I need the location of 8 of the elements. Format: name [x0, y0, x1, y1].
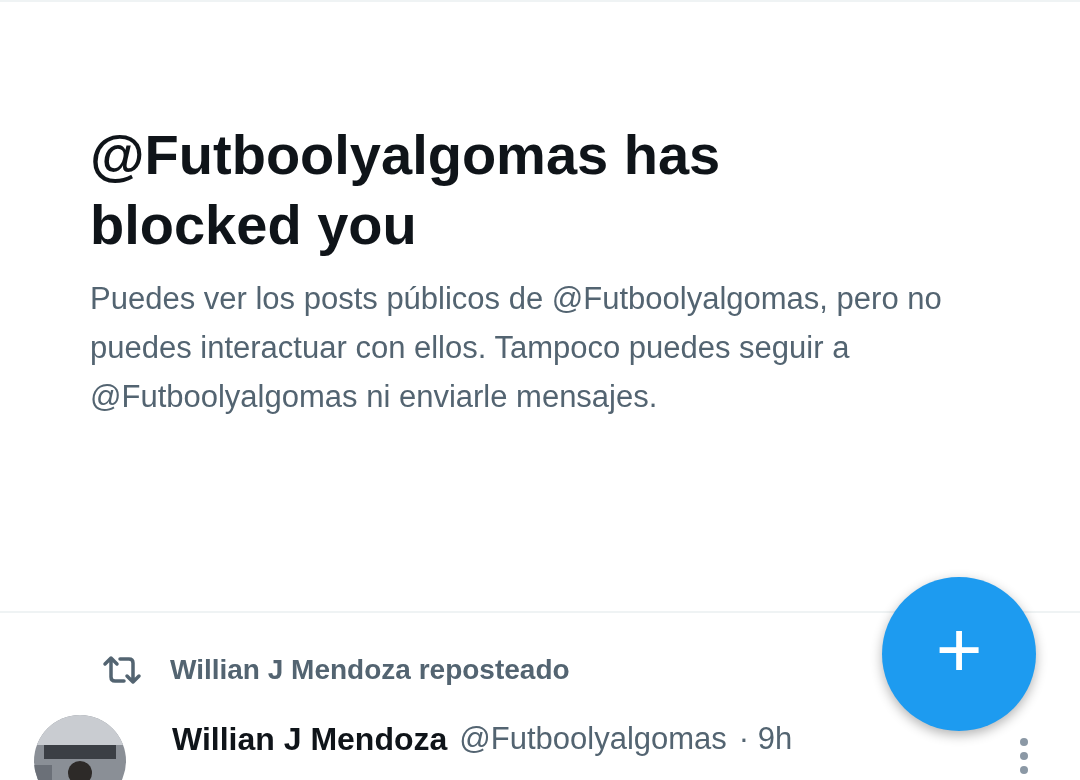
blocked-message: Puedes ver los posts públicos de @Futboolyalgomas, pero no puedes interactuar con ellos. Tampoco puedes seguir a @Futboolyalgomas ni enviarle mensajes.: [90, 280, 943, 416]
author-name[interactable]: Willian J Mendoza: [172, 715, 448, 763]
repost-icon: [102, 655, 142, 685]
author-handle: @Futboolyalgomas: [459, 719, 727, 758]
repost-label: Willian J Mendoza reposteado: [170, 653, 570, 687]
post-time: · 9h: [738, 719, 793, 758]
more-icon[interactable]: [1018, 736, 1030, 776]
blocked-heading: @Futboolyalgomas has blocked you: [90, 122, 722, 258]
